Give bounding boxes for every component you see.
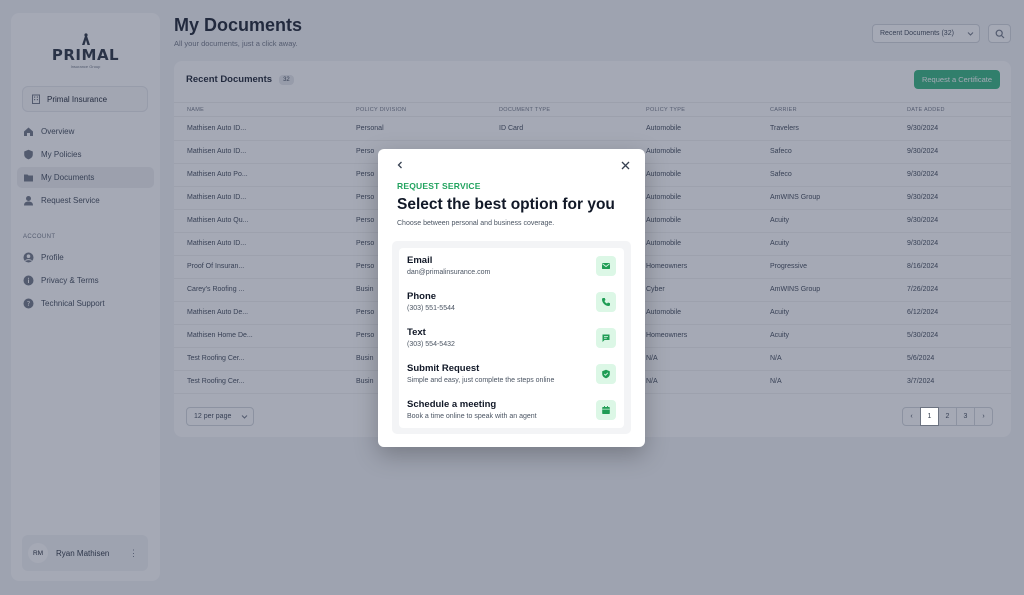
chevron-left-icon	[397, 161, 402, 169]
option-label: Text	[407, 327, 426, 338]
pagination-page-1[interactable]: 1	[920, 407, 939, 426]
back-button[interactable]	[393, 158, 407, 172]
phone-icon	[596, 292, 616, 312]
modal-title: Select the best option for you	[397, 196, 615, 213]
close-icon	[621, 161, 629, 169]
option-detail: Simple and easy, just complete the steps…	[407, 377, 555, 384]
option-label: Schedule a meeting	[407, 399, 497, 410]
contact-options: Email dan@primalinsurance.com Phone (303…	[392, 241, 631, 434]
request-service-modal: REQUEST SERVICE Select the best option f…	[378, 149, 645, 447]
modal-eyebrow: REQUEST SERVICE	[397, 181, 481, 191]
option-detail: (303) 554-5432	[407, 341, 455, 348]
option-schedule-meeting[interactable]: Schedule a meeting Book a time online to…	[399, 392, 624, 428]
option-detail: dan@primalinsurance.com	[407, 269, 491, 276]
option-detail: Book a time online to speak with an agen…	[407, 413, 537, 420]
option-phone[interactable]: Phone (303) 551-5544	[399, 284, 624, 320]
message-icon	[596, 328, 616, 348]
option-label: Email	[407, 255, 433, 266]
calendar-icon	[596, 400, 616, 420]
option-submit-request[interactable]: Submit Request Simple and easy, just com…	[399, 356, 624, 392]
modal-subtitle: Choose between personal and business cov…	[397, 220, 555, 227]
option-detail: (303) 551-5544	[407, 305, 455, 312]
mail-icon	[596, 256, 616, 276]
option-text[interactable]: Text (303) 554-5432	[399, 320, 624, 356]
option-email[interactable]: Email dan@primalinsurance.com	[399, 248, 624, 284]
option-label: Phone	[407, 291, 437, 302]
option-label: Submit Request	[407, 363, 480, 374]
close-button[interactable]	[618, 158, 632, 172]
shield-check-icon	[596, 364, 616, 384]
